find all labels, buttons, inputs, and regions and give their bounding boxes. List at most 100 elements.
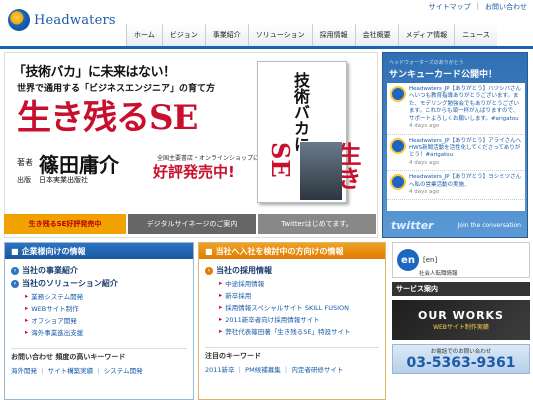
- list-item-label: 中途採用情報: [225, 280, 265, 288]
- book-cover-title: 技術バカに: [291, 72, 310, 152]
- list-item-label: 弊社代表篠田著「生き残るSE」特設サイト: [225, 328, 351, 336]
- en-logo-icon: en: [397, 249, 419, 271]
- phone-label: お電話でのお問い合わせ: [430, 349, 492, 355]
- arrow-circle-icon: ›: [11, 279, 19, 288]
- tweet-text: Headwaters_JP【ありがとう】ハツシバさんへいつも教育指導ありがとうご…: [409, 86, 521, 122]
- tab-twitter[interactable]: Twitterはじめてます。: [258, 214, 376, 234]
- arrow-icon: ▸: [219, 291, 223, 299]
- our-works-title: OUR WORKS: [418, 309, 504, 322]
- list-item-label: 当社の事業紹介: [22, 266, 78, 275]
- author-photo: [300, 142, 342, 200]
- phone-banner[interactable]: お電話でのお問い合わせ 03-5363-9361: [392, 344, 530, 374]
- corporate-info-title: 企業様向けの情報: [21, 246, 86, 256]
- tab-book[interactable]: 生き残るSE好評発売中: [4, 214, 126, 234]
- header: Headwaters サイトマップ | お問い合わせ ホーム ビジョン 事業紹介…: [0, 0, 533, 48]
- arrow-icon: ▸: [219, 279, 223, 287]
- en-description: 社会人転職情報: [419, 271, 458, 277]
- avatar-icon: [390, 86, 406, 102]
- logo[interactable]: Headwaters: [8, 8, 138, 32]
- hero-tabs: 生き残るSE好評発売中 デジタルサイネージのご案内 Twitterはじめてます。: [4, 214, 378, 234]
- arrow-icon: ▸: [219, 327, 223, 335]
- arrow-icon: ▸: [25, 304, 29, 312]
- info-icon: ■: [11, 246, 19, 256]
- list-item[interactable]: ▸ 業務システム開発: [25, 291, 187, 301]
- recruit-info-title: 当社へ入社を検討中の方向けの情報: [215, 246, 344, 256]
- brand-name: Headwaters: [34, 12, 116, 28]
- list-item[interactable]: ▸ WEBサイト制作: [25, 303, 187, 313]
- list-item[interactable]: ▸ 弊社代表篠田著「生き残るSE」特設サイト: [219, 326, 379, 336]
- list-item[interactable]: ▸ 新卒採用: [219, 290, 379, 300]
- sale-badge: 好評発売中!: [153, 163, 235, 181]
- recruit-info-box: ■ 当社へ入社を検討中の方向けの情報 › 当社の採用情報 ▸ 中途採用情報 ▸ 新卒採用…: [198, 242, 386, 400]
- book-cover-image: 技術バカに 生き残るSE: [257, 61, 362, 203]
- nav-item-company[interactable]: 会社概要: [354, 24, 398, 46]
- twitter-widget-header: ヘッドウォーターズのありがとう: [389, 60, 464, 66]
- arrow-icon: ▸: [219, 315, 223, 323]
- list-item-label: 2011新卒者向け採用情報サイト: [225, 316, 320, 324]
- twitter-footer: twitter Join the conversation: [387, 215, 525, 235]
- tweet-item[interactable]: Headwaters_JP【ありがとう】ヨシミツさんへ私の営業活動の実施、 4 d…: [387, 171, 525, 201]
- avatar-icon: [390, 174, 406, 191]
- list-item[interactable]: ▸ 採用情報スペシャルサイト SKILL FUSION: [219, 302, 379, 312]
- arrow-circle-icon: ›: [205, 266, 213, 275]
- headwaters-logo-icon: [8, 9, 30, 31]
- nav-item-news[interactable]: ニュース: [454, 24, 497, 46]
- arrow-circle-icon: ›: [11, 266, 19, 275]
- join-conversation-link[interactable]: Join the conversation: [458, 222, 521, 229]
- hero-catch: 「技術バカ」に未来はない！: [13, 65, 176, 80]
- list-item-label: 採用情報スペシャルサイト SKILL FUSION: [225, 304, 350, 312]
- tweet-item[interactable]: Headwaters_JP【ありがとう】ハツシバさんへいつも教育指導ありがとうご…: [387, 83, 525, 135]
- tweet-time: 4 days ago: [409, 123, 440, 130]
- author-label: 著者: [17, 158, 33, 167]
- header-divider: [0, 46, 533, 49]
- twitter-logo-icon[interactable]: twitter: [391, 219, 434, 232]
- tweet-list: Headwaters_JP【ありがとう】ハツシバさんへいつも教育指導ありがとうご…: [387, 83, 525, 211]
- publisher-name: 日本実業出版社: [39, 176, 88, 184]
- keyword-links[interactable]: 2011新卒 ｜ PM候補募集 ｜ 内定者研修サイト: [205, 364, 379, 374]
- separator: |: [476, 2, 479, 10]
- arrow-icon: ▸: [25, 316, 29, 324]
- nav-item-solution[interactable]: ソリューション: [247, 24, 312, 46]
- author-name: 篠田庸介: [39, 153, 119, 177]
- en-banner[interactable]: en [en] 社会人転職情報: [392, 242, 530, 278]
- hero-title: 生き残るSE: [17, 98, 198, 138]
- arrow-icon: ▸: [25, 328, 29, 336]
- nav-item-recruit[interactable]: 採用情報: [311, 24, 355, 46]
- en-name: [en]: [423, 256, 438, 264]
- list-item[interactable]: ▸ 中途採用情報: [219, 278, 379, 288]
- nav-item-home[interactable]: ホーム: [126, 24, 162, 46]
- hero-banner[interactable]: 「技術バカ」に未来はない！ 世界で通用する「ビジネスエンジニア」の育て方 生き残…: [4, 52, 378, 238]
- list-item[interactable]: › 当社のソリューション紹介: [11, 278, 187, 289]
- phone-number: 03-5363-9361: [406, 355, 516, 371]
- sitemap-link[interactable]: サイトマップ: [429, 2, 471, 12]
- twitter-widget: ヘッドウォーターズのありがとう サンキューカード公開中！ Headwaters_…: [382, 52, 528, 238]
- tab-signage[interactable]: デジタルサイネージのご案内: [128, 214, 256, 234]
- info-icon: ■: [205, 246, 213, 256]
- tweet-time: 4 days ago: [409, 159, 440, 166]
- nav-item-business[interactable]: 事業紹介: [204, 24, 248, 46]
- list-item-label: 業務システム開発: [31, 293, 84, 301]
- keyword-header: 注目のキーワード: [205, 347, 379, 361]
- our-works-banner[interactable]: OUR WORKS WEBサイト制作実績: [392, 300, 530, 340]
- our-works-subtitle: WEBサイト制作実績: [433, 324, 489, 331]
- list-item[interactable]: › 当社の採用情報: [205, 265, 379, 276]
- keyword-links[interactable]: 海外開発 ｜ サイト構築実績 ｜ システム開発: [11, 365, 187, 375]
- tweet-time: 4 days ago: [409, 189, 440, 196]
- tweet-text: Headwaters_JP【ありがとう】アライさんへHWS新聞活動を活性化してく…: [409, 137, 522, 159]
- tweet-item[interactable]: Headwaters_JP【ありがとう】アライさんへHWS新聞活動を活性化してく…: [387, 135, 525, 172]
- nav-item-vision[interactable]: ビジョン: [161, 24, 205, 46]
- list-item-label: 当社の採用情報: [216, 266, 272, 275]
- list-item[interactable]: › 当社の事業紹介: [11, 265, 187, 276]
- keyword-header: お問い合わせ 頻度の高いキーワード: [11, 348, 187, 362]
- list-item[interactable]: ▸ 海外事業進出支援: [25, 327, 187, 337]
- list-item[interactable]: ▸ 2011新卒者向け採用情報サイト: [219, 314, 379, 324]
- list-item-label: オフショア開発: [31, 317, 77, 325]
- hero-subtitle: 世界で通用する「ビジネスエンジニア」の育て方: [17, 84, 216, 94]
- list-item[interactable]: ▸ オフショア開発: [25, 315, 187, 325]
- list-item-label: 当社のソリューション紹介: [22, 279, 118, 288]
- list-item-label: WEBサイト制作: [31, 305, 79, 313]
- corporate-info-header: ■ 企業様向けの情報: [5, 243, 193, 259]
- avatar-icon: [390, 137, 406, 154]
- contact-link[interactable]: お問い合わせ: [485, 2, 527, 12]
- nav-item-media[interactable]: メディア情報: [397, 24, 455, 46]
